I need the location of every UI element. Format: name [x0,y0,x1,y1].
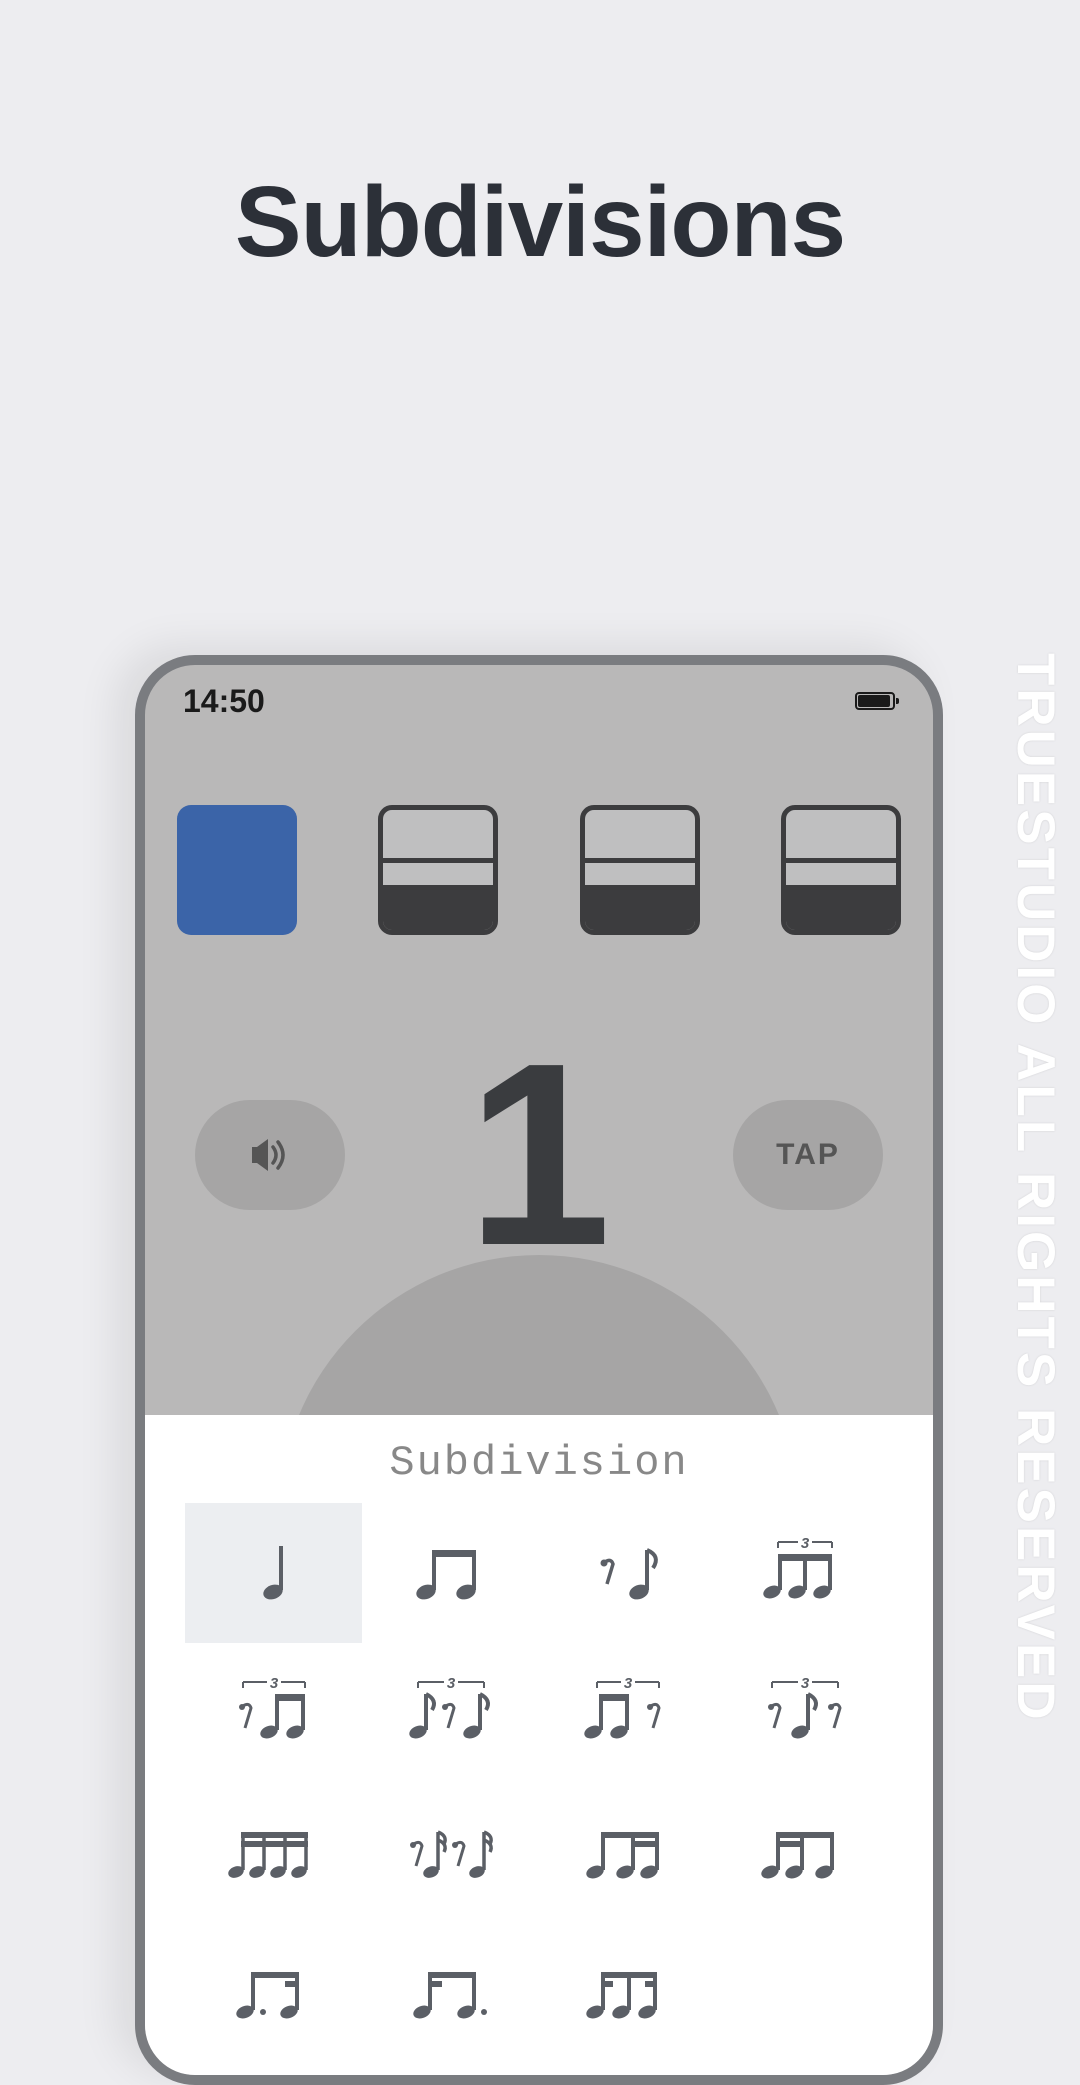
subdivision-two-eighths[interactable] [362,1503,539,1643]
beat-3[interactable] [580,805,700,935]
rest-eighth-icon [573,1538,683,1608]
subdivision-triplet-rest-first[interactable]: 3 [185,1643,362,1783]
beat-4[interactable] [781,805,901,935]
four-sixteenths-icon [219,1818,329,1888]
current-beat-number: 1 [467,1025,612,1285]
battery-icon [855,692,895,710]
subdivision-two-sixteenths-eighth[interactable] [716,1783,893,1923]
sound-button[interactable] [195,1100,345,1210]
tap-button[interactable]: TAP [733,1100,883,1210]
subdivision-panel: Subdivision [145,1415,933,2075]
quarter-note-icon [219,1538,329,1608]
triplet-rest-last-icon: 3 [573,1678,683,1748]
eighth-two-sixteenths-icon [573,1818,683,1888]
subdivision-quarter[interactable] [185,1503,362,1643]
subdivision-four-sixteenths[interactable] [185,1783,362,1923]
page-title: Subdivisions [0,165,1080,280]
subdivision-empty [716,1923,893,2063]
subdivision-sixteenth-eighth-sixteenth[interactable] [539,1923,716,2063]
status-bar: 14:50 [145,665,933,725]
svg-text:3: 3 [800,1678,809,1692]
triplet-rests-outer-icon: 3 [750,1678,860,1748]
watermark-text: TRUESTUDIO ALL RIGHTS RESERVED [1005,653,1066,1723]
beat-row [145,725,933,935]
subdivision-triplet-rest-last[interactable]: 3 [539,1643,716,1783]
sixteenth-rest-pattern-icon [396,1818,506,1888]
svg-text:3: 3 [623,1678,632,1692]
dotted-eighth-sixteenth-icon [219,1958,329,2028]
svg-text:3: 3 [800,1538,809,1552]
status-time: 14:50 [183,683,265,720]
subdivision-grid: 3 3 [145,1503,933,2063]
svg-text:3: 3 [446,1678,455,1692]
subdivision-eighth-two-sixteenths[interactable] [539,1783,716,1923]
subdivision-triplet[interactable]: 3 [716,1503,893,1643]
center-row: 1 TAP [145,935,933,1285]
triplet-icon: 3 [750,1538,860,1608]
subdivision-sixteenth-rest-pattern[interactable] [362,1783,539,1923]
subdivision-dotted-eighth-sixteenth[interactable] [185,1923,362,2063]
sixteenth-eighth-sixteenth-icon [573,1958,683,2028]
beat-2[interactable] [378,805,498,935]
sixteenth-dotted-eighth-icon [396,1958,506,2028]
subdivision-title: Subdivision [145,1415,933,1503]
speaker-icon [245,1130,295,1180]
subdivision-triplet-rest-middle[interactable]: 3 [362,1643,539,1783]
tap-label: TAP [776,1138,840,1172]
subdivision-triplet-rests-outer[interactable]: 3 [716,1643,893,1783]
subdivision-sixteenth-dotted-eighth[interactable] [362,1923,539,2063]
beat-1[interactable] [177,805,297,935]
subdivision-rest-eighth[interactable] [539,1503,716,1643]
two-eighths-icon [396,1538,506,1608]
two-sixteenths-eighth-icon [750,1818,860,1888]
triplet-rest-middle-icon: 3 [396,1678,506,1748]
phone-frame: 14:50 1 TAP [135,655,943,2085]
triplet-rest-first-icon: 3 [219,1678,329,1748]
svg-text:3: 3 [269,1678,278,1692]
